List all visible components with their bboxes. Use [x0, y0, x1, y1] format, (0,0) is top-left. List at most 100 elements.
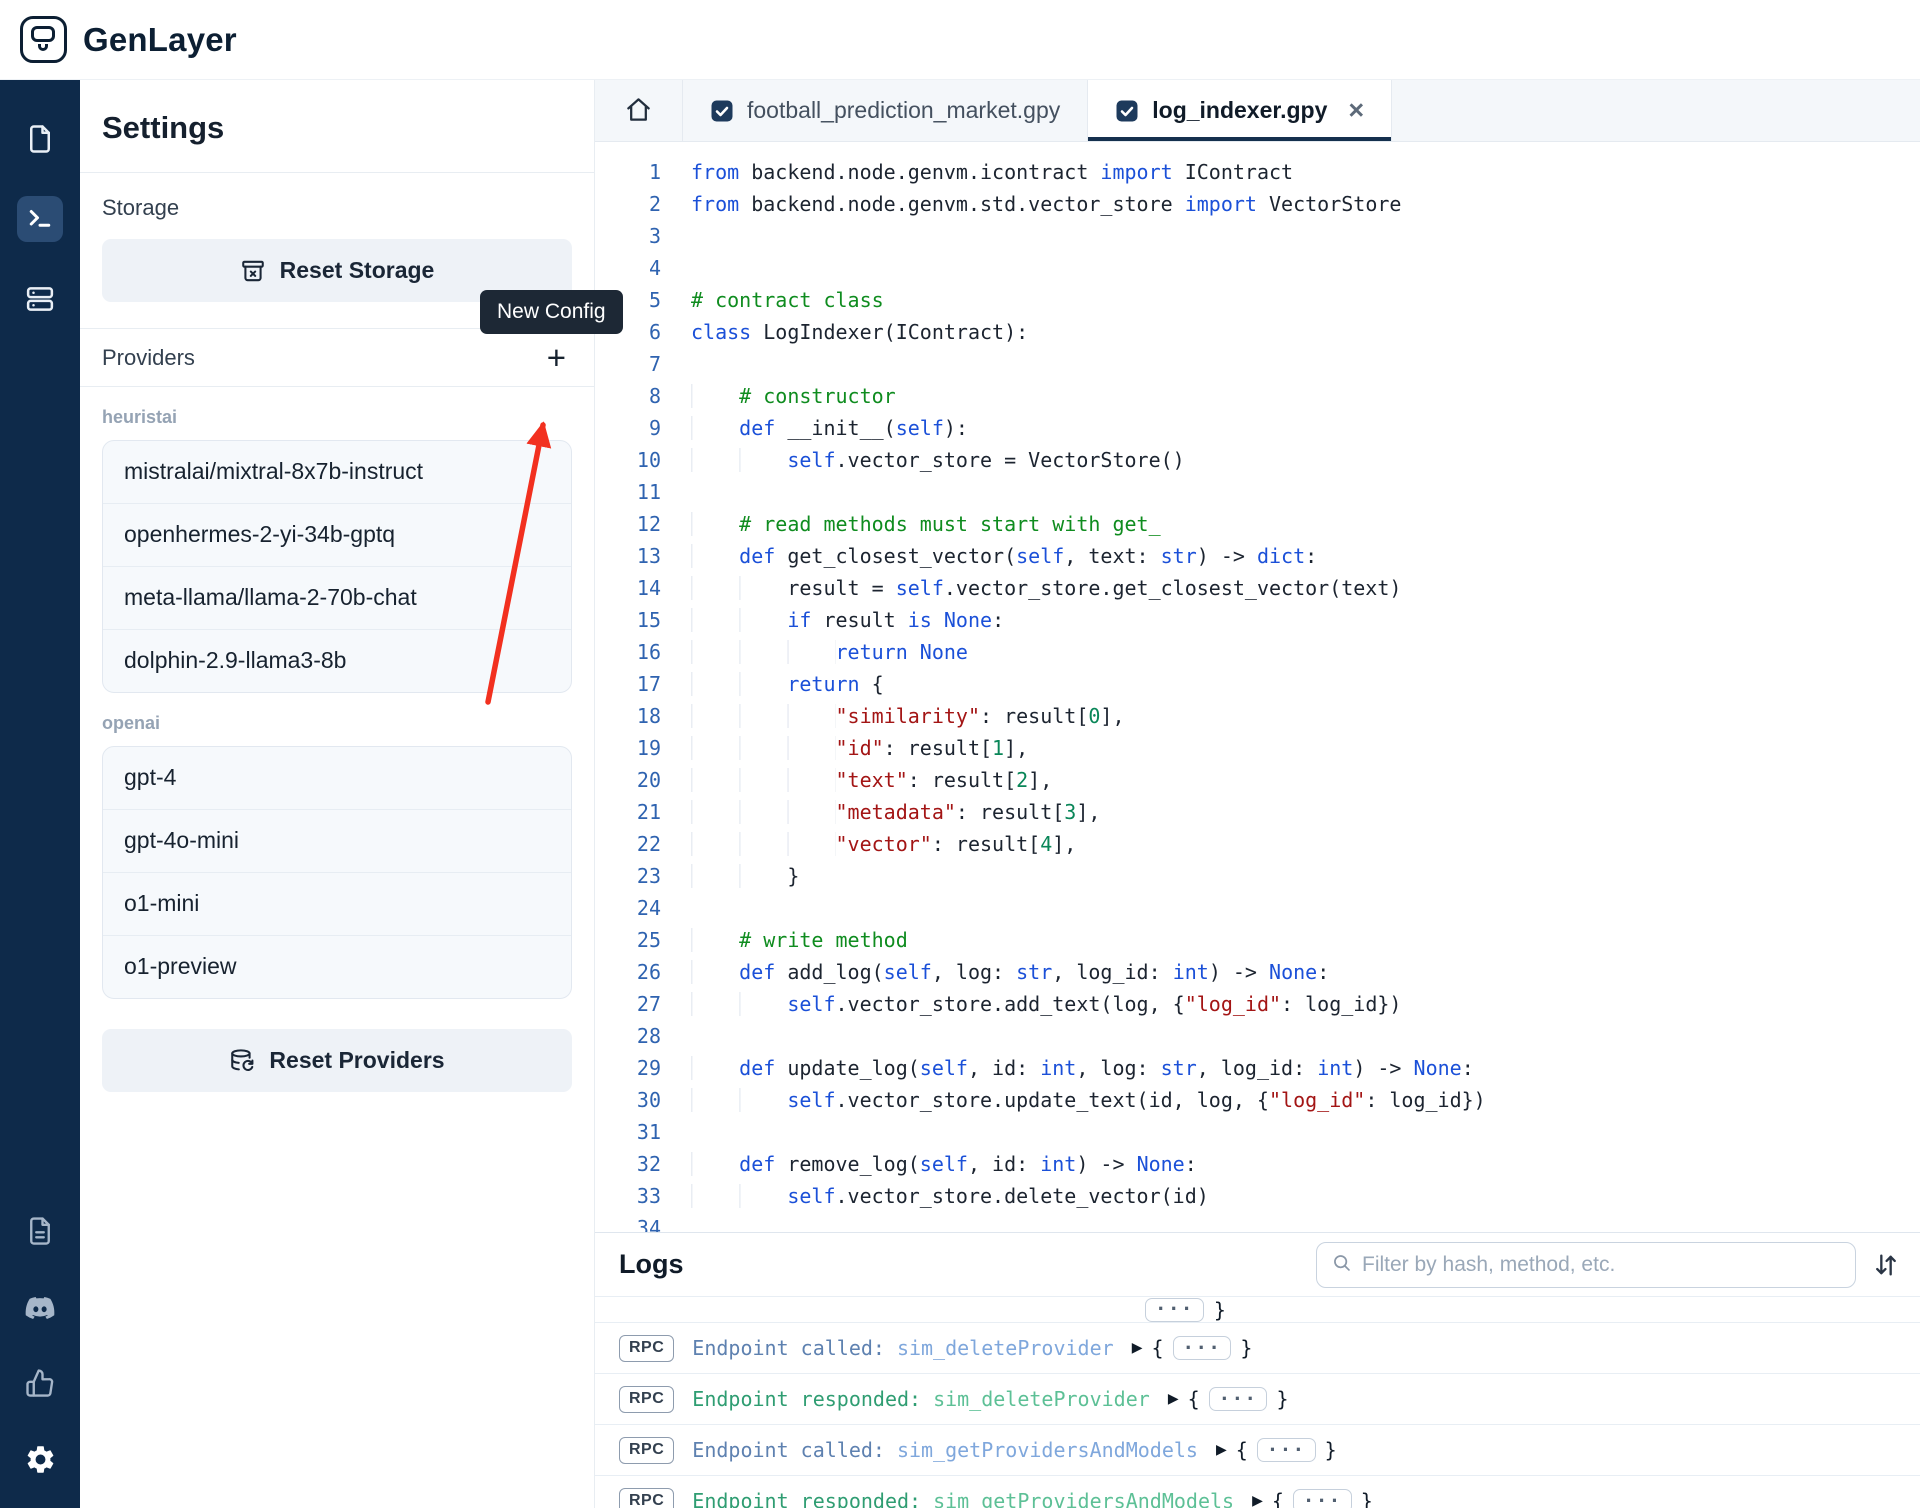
reset-storage-label: Reset Storage: [280, 257, 435, 284]
home-tab-button[interactable]: [595, 80, 683, 141]
home-icon: [625, 96, 652, 126]
line-number: 23: [595, 860, 661, 892]
file-checked-icon: [710, 99, 734, 123]
reset-providers-label: Reset Providers: [269, 1047, 444, 1074]
ellipsis-pill[interactable]: ···: [1173, 1336, 1232, 1360]
provider-groups: heuristaimistralai/mixtral-8x7b-instruct…: [102, 407, 572, 999]
line-number: 1: [595, 156, 661, 188]
line-number: 14: [595, 572, 661, 604]
provider-model-item[interactable]: gpt-4: [103, 747, 571, 809]
tab-football-prediction-market[interactable]: football_prediction_market.gpy: [683, 80, 1088, 141]
docs-rail-button[interactable]: [17, 1208, 63, 1254]
close-tab-icon[interactable]: ×: [1348, 97, 1364, 124]
line-number: 26: [595, 956, 661, 988]
line-number: 25: [595, 924, 661, 956]
code-line: 30 self.vector_store.update_text(id, log…: [595, 1084, 1920, 1116]
archive-x-icon: [240, 258, 266, 284]
code-line: 19 "id": result[1],: [595, 732, 1920, 764]
code-line: 16 return None: [595, 636, 1920, 668]
log-method: sim_getProvidersAndModels: [933, 1489, 1234, 1508]
log-message: Endpoint responded: sim_getProvidersAndMo…: [692, 1489, 1234, 1508]
feedback-rail-button[interactable]: [17, 1360, 63, 1406]
code-line: 3: [595, 220, 1920, 252]
settings-rail-button[interactable]: [17, 1436, 63, 1482]
storage-rail-button[interactable]: [17, 276, 63, 322]
log-message: Endpoint responded:sim_deleteProvider: [692, 1387, 1150, 1411]
log-row[interactable]: ···}: [595, 1297, 1920, 1323]
provider-model-item[interactable]: mistralai/mixtral-8x7b-instruct: [103, 441, 571, 503]
terminal-rail-button[interactable]: [17, 196, 63, 242]
logs-title: Logs: [619, 1249, 684, 1280]
file-icon: [25, 124, 55, 154]
line-number: 16: [595, 636, 661, 668]
provider-model-item[interactable]: o1-mini: [103, 872, 571, 935]
line-number: 15: [595, 604, 661, 636]
log-method: sim_deleteProvider: [897, 1336, 1114, 1360]
line-number: 27: [595, 988, 661, 1020]
storage-section-label: Storage: [102, 195, 572, 221]
log-expander[interactable]: ▶{···}: [1216, 1438, 1337, 1462]
expand-icon: ▶: [1132, 1340, 1143, 1356]
code-line: 9 def __init__(self):: [595, 412, 1920, 444]
reset-providers-button[interactable]: Reset Providers: [102, 1029, 572, 1092]
line-number: 11: [595, 476, 661, 508]
ellipsis-pill[interactable]: ···: [1257, 1438, 1316, 1462]
line-number: 33: [595, 1180, 661, 1212]
provider-model-item[interactable]: o1-preview: [103, 935, 571, 998]
code-line: 32 def remove_log(self, id: int) -> None…: [595, 1148, 1920, 1180]
top-bar: GenLayer: [0, 0, 1920, 80]
code-line: 22 "vector": result[4],: [595, 828, 1920, 860]
code-line: 27 self.vector_store.add_text(log, {"log…: [595, 988, 1920, 1020]
code-line: 6class LogIndexer(IContract):: [595, 316, 1920, 348]
line-number: 7: [595, 348, 661, 380]
line-number: 30: [595, 1084, 661, 1116]
provider-model-item[interactable]: gpt-4o-mini: [103, 809, 571, 872]
log-label: Endpoint responded:: [692, 1489, 921, 1508]
logs-filter-input[interactable]: [1362, 1253, 1841, 1277]
log-expander[interactable]: ▶{···}: [1252, 1489, 1373, 1508]
line-number: 2: [595, 188, 661, 220]
provider-model-item[interactable]: meta-llama/llama-2-70b-chat: [103, 566, 571, 629]
logs-header: Logs: [595, 1233, 1920, 1297]
code-line: 34: [595, 1212, 1920, 1232]
editor-tab-bar: football_prediction_market.gpy log_index…: [595, 80, 1920, 142]
log-row[interactable]: RPCEndpoint called:sim_deleteProvider▶{·…: [595, 1323, 1920, 1374]
files-rail-button[interactable]: [17, 116, 63, 162]
code-editor[interactable]: 1from backend.node.genvm.icontract impor…: [595, 142, 1920, 1232]
genlayer-logo-icon: [20, 16, 67, 63]
ellipsis-pill[interactable]: ···: [1145, 1298, 1204, 1322]
app-name: GenLayer: [83, 21, 237, 59]
rpc-badge: RPC: [619, 1488, 674, 1508]
provider-model-item[interactable]: dolphin-2.9-llama3-8b: [103, 629, 571, 692]
code-line: 5# contract class: [595, 284, 1920, 316]
log-row[interactable]: RPCEndpoint responded:sim_deleteProvider…: [595, 1374, 1920, 1425]
code-line: 10 self.vector_store = VectorStore(): [595, 444, 1920, 476]
provider-model-item[interactable]: openhermes-2-yi-34b-gptq: [103, 503, 571, 566]
code-line: 28: [595, 1020, 1920, 1052]
log-expander[interactable]: ▶{···}: [1132, 1336, 1253, 1360]
code-line: 15 if result is None:: [595, 604, 1920, 636]
line-number: 22: [595, 828, 661, 860]
discord-rail-button[interactable]: [17, 1284, 63, 1330]
gear-icon: [24, 1443, 57, 1476]
expand-icon: ▶: [1216, 1442, 1227, 1458]
providers-header: Providers +: [102, 341, 572, 374]
page-title: Settings: [102, 110, 572, 146]
logs-filter[interactable]: [1316, 1242, 1856, 1288]
provider-group-label: openai: [102, 713, 572, 734]
new-config-button[interactable]: +: [541, 341, 572, 374]
ellipsis-pill[interactable]: ···: [1293, 1489, 1352, 1508]
log-row[interactable]: RPCEndpoint called:sim_getProvidersAndMo…: [595, 1425, 1920, 1476]
sort-icon[interactable]: [1872, 1251, 1900, 1279]
log-row[interactable]: RPC Endpoint responded: sim_getProvidersAn…: [595, 1476, 1920, 1508]
genlayer-studio: GenLayer: [0, 0, 1920, 1508]
log-expander[interactable]: ▶{···}: [1168, 1387, 1289, 1411]
code-line: 23 }: [595, 860, 1920, 892]
log-rows: ···}RPCEndpoint called:sim_deleteProvide…: [595, 1297, 1920, 1508]
ellipsis-pill[interactable]: ···: [1209, 1387, 1268, 1411]
code-line: 24: [595, 892, 1920, 924]
tab-label: football_prediction_market.gpy: [747, 97, 1060, 124]
tab-log-indexer[interactable]: log_indexer.gpy ×: [1088, 80, 1392, 141]
divider: [80, 172, 594, 173]
expand-icon: ▶: [1252, 1493, 1263, 1508]
